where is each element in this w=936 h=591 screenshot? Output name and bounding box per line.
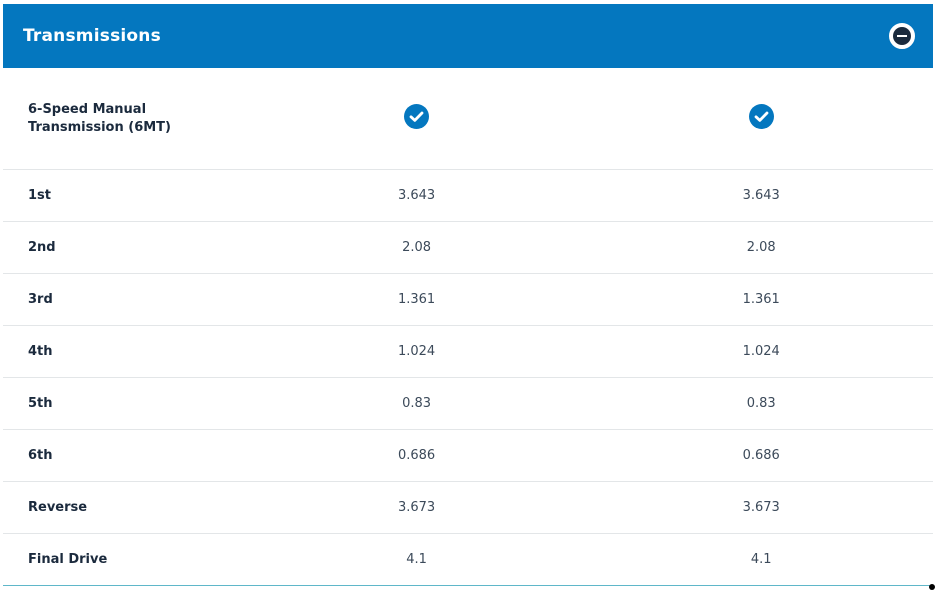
table-cell: 3.643 [397,188,436,203]
table-row: 6th 0.686 0.686 [3,430,933,482]
table-cell: 1.024 [742,344,780,359]
table-cell [244,104,590,133]
table-row: 1st 3.643 3.643 [3,170,933,222]
table-row: 3rd 1.361 1.361 [3,274,933,326]
table-row: Final Drive 4.1 4.1 [3,534,933,586]
table-cell: 2.08 [402,240,432,255]
check-circle-icon [404,104,430,129]
table-cell: 1.361 [397,292,436,307]
row-label: 4th [28,343,53,359]
table-row: 5th 0.83 0.83 [3,378,933,430]
table-cell: 0.83 [746,396,776,411]
table-cell: 1.361 [742,292,780,307]
table-cell [589,104,933,133]
transmissions-panel: Transmissions 6-Speed Manual Transmissio… [3,4,933,586]
row-label: 6th [28,447,53,463]
table-cell: 0.686 [742,448,780,463]
table-cell: 2.08 [746,240,776,255]
row-label: Reverse [28,499,88,515]
row-label: Final Drive [28,551,108,567]
spec-table: 6-Speed Manual Transmission (6MT) 1st 3.… [3,68,933,586]
table-cell: 4.1 [406,552,427,567]
row-label: 1st [28,187,51,203]
row-label: 5th [28,395,53,411]
table-cell: 0.83 [402,396,432,411]
table-row: 6-Speed Manual Transmission (6MT) [3,68,933,170]
table-cell: 3.673 [742,500,780,515]
row-label: 6-Speed Manual Transmission (6MT) [28,101,171,135]
minus-circle-icon[interactable] [889,23,915,49]
corner-dot [929,584,935,590]
row-label: 3rd [28,291,53,307]
row-label: 2nd [28,239,56,255]
table-cell: 4.1 [750,552,772,567]
check-circle-icon [748,104,774,129]
table-row: 2nd 2.08 2.08 [3,222,933,274]
table-row: Reverse 3.673 3.673 [3,482,933,534]
table-cell: 3.643 [742,188,780,203]
table-cell: 0.686 [397,448,436,463]
table-cell: 1.024 [397,344,436,359]
table-row: 4th 1.024 1.024 [3,326,933,378]
table-cell: 3.673 [397,500,436,515]
section-header[interactable]: Transmissions [3,4,933,68]
section-title: Transmissions [23,26,161,46]
